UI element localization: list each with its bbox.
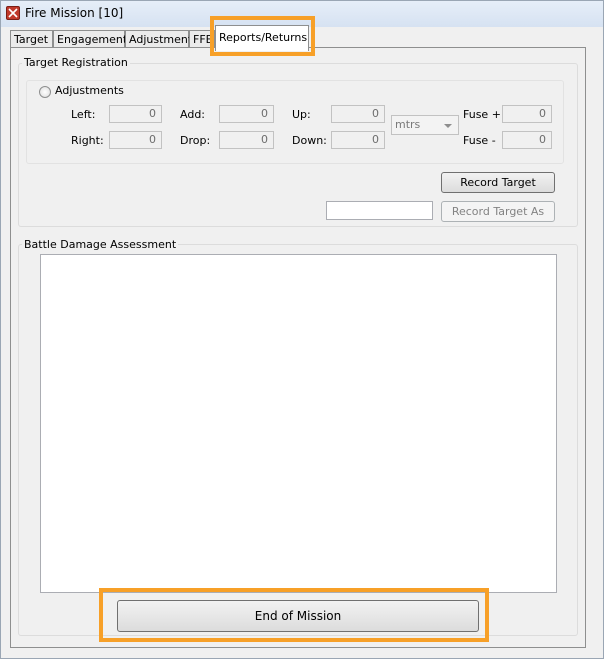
down-label: Down: — [292, 134, 327, 147]
reports-returns-panel: Target Registration Adjustments Left: 0 … — [10, 47, 586, 648]
right-label: Right: — [71, 134, 104, 147]
drop-field[interactable]: 0 — [219, 131, 274, 149]
adjustments-label: Adjustments — [55, 84, 124, 97]
tab-target[interactable]: Target — [10, 30, 53, 48]
fuse-minus-label: Fuse - — [463, 134, 496, 147]
units-value: mtrs — [395, 118, 421, 131]
record-target-as-button[interactable]: Record Target As — [441, 201, 555, 222]
drop-label: Drop: — [180, 134, 211, 147]
up-field[interactable]: 0 — [331, 105, 385, 123]
up-label: Up: — [292, 108, 311, 121]
right-field[interactable]: 0 — [109, 131, 162, 149]
battle-damage-assessment-title: Battle Damage Assessment — [22, 238, 179, 251]
record-target-name-input[interactable] — [326, 201, 433, 220]
fuse-plus-field[interactable]: 0 — [502, 105, 552, 123]
record-target-button[interactable]: Record Target — [441, 172, 555, 193]
title-bar: Fire Mission [10] — [1, 1, 603, 27]
tab-adjustment[interactable]: Adjustment — [125, 30, 192, 48]
tab-reports-returns[interactable]: Reports/Returns — [215, 25, 309, 51]
tab-ffe[interactable]: FFE — [189, 30, 215, 48]
add-field[interactable]: 0 — [219, 105, 274, 123]
left-label: Left: — [71, 108, 96, 121]
fuse-minus-field[interactable]: 0 — [502, 131, 552, 149]
units-select[interactable]: mtrs — [391, 115, 459, 135]
chevron-down-icon — [444, 124, 452, 128]
fuse-plus-label: Fuse + — [463, 108, 501, 121]
target-registration-title: Target Registration — [22, 56, 130, 69]
fire-mission-window: Fire Mission [10] Target Engagement Adju… — [0, 0, 604, 659]
window-title: Fire Mission [10] — [25, 6, 124, 20]
tab-engagement[interactable]: Engagement — [53, 30, 127, 48]
down-field[interactable]: 0 — [331, 131, 385, 149]
left-field[interactable]: 0 — [109, 105, 162, 123]
add-label: Add: — [180, 108, 206, 121]
app-icon — [6, 6, 20, 20]
bda-textarea[interactable] — [40, 254, 557, 593]
end-of-mission-button[interactable]: End of Mission — [117, 600, 479, 632]
adjustments-radio[interactable] — [39, 86, 51, 98]
